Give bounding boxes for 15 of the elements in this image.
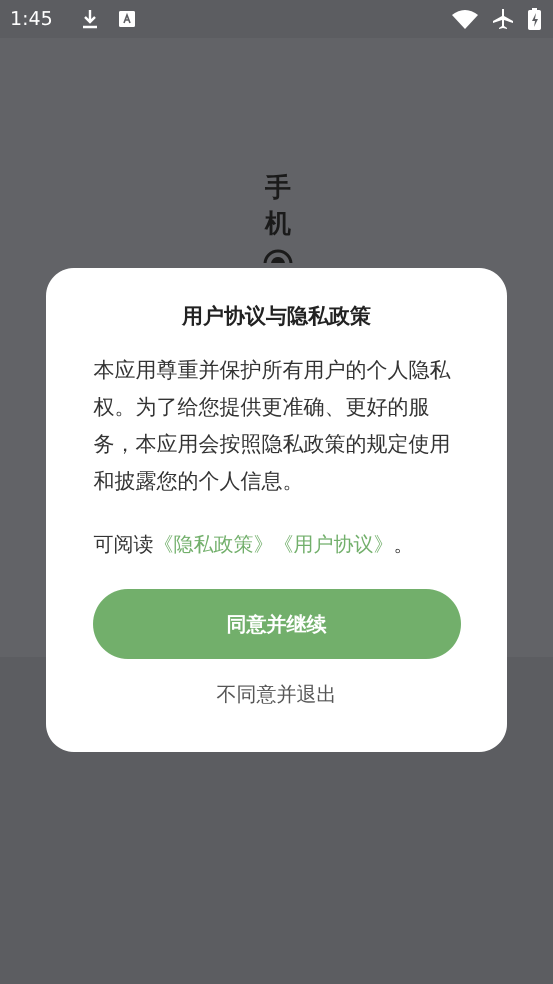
- policy-link[interactable]: 《用户协议》: [274, 532, 394, 556]
- wifi-icon: [452, 9, 478, 29]
- logo-icon: [263, 248, 293, 263]
- airplane-icon: [492, 8, 514, 30]
- status-time: 1:45: [10, 8, 53, 30]
- agree-button[interactable]: 同意并继续: [92, 589, 460, 659]
- policy-links-text: 可阅读《隐私政策》《用户协议》。: [94, 531, 414, 558]
- app-title: 手机: [265, 172, 291, 242]
- decline-button[interactable]: 不同意并退出: [208, 677, 344, 712]
- policy-link[interactable]: 《隐私政策》: [154, 532, 274, 556]
- dialog-message: 本应用尊重并保护所有用户的个人隐私权。为了给您提供更准确、更好的服务，本应用会按照隐私政策的规定使用和披露您的个人信息。: [94, 357, 452, 495]
- dialog-title: 用户协议与隐私政策: [182, 303, 371, 330]
- download-icon: [80, 8, 99, 30]
- keyboard-a-icon: [118, 11, 135, 27]
- battery-icon: [528, 8, 541, 30]
